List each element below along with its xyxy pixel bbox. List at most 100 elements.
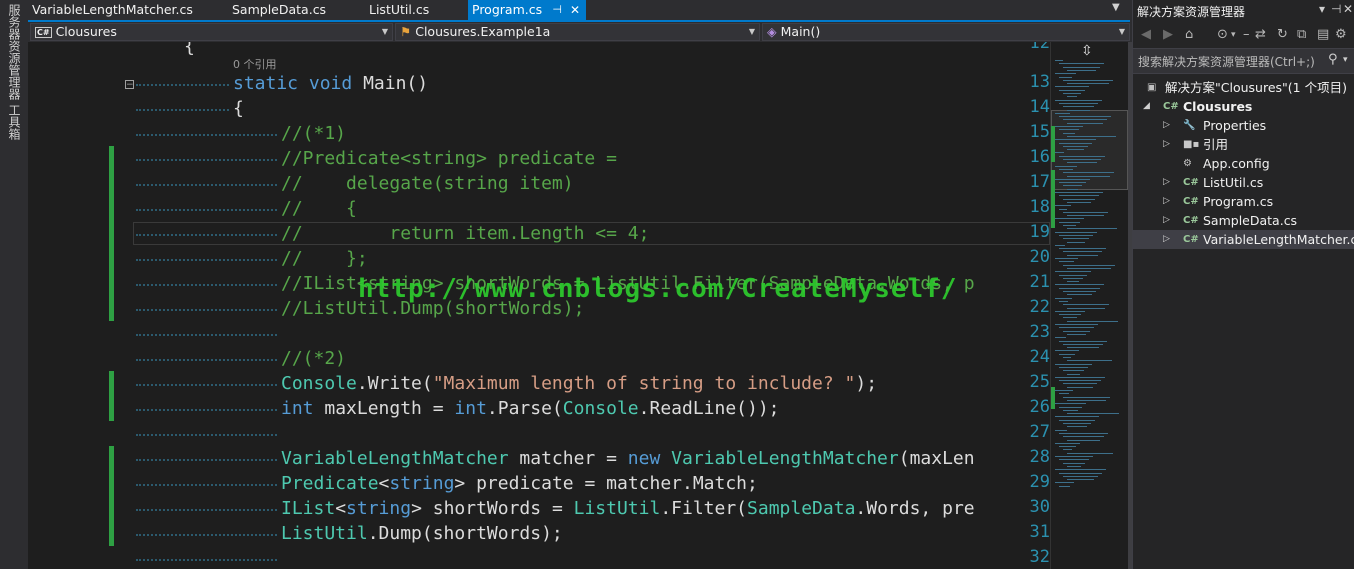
tree-item-label: App.config: [1203, 156, 1270, 171]
split-view-icon[interactable]: ⇳: [1081, 43, 1093, 59]
tree-item-project[interactable]: ◢ C# Clousures: [1133, 97, 1354, 116]
minimap-code-line: [1059, 327, 1094, 329]
tab-listutil[interactable]: ListUtil.cs: [365, 0, 469, 20]
code-line[interactable]: static void Main(): [233, 71, 428, 96]
code-line[interactable]: Console.Write("Maximum length of string …: [281, 371, 877, 396]
project-dropdown[interactable]: C# Clousures ▼: [30, 23, 393, 41]
code-editor[interactable]: 12 { 0 个引用 − 13 static void Main() 14 {15 //…: [28, 42, 1050, 569]
minimap-code-line: [1059, 155, 1105, 157]
tab-variablelengthmatcher[interactable]: VariableLengthMatcher.cs: [28, 0, 222, 20]
minimap[interactable]: ⇳: [1050, 42, 1129, 569]
indent-guide: [136, 534, 277, 536]
minimap-code-line: [1055, 350, 1079, 352]
minimap-code-line: [1059, 287, 1100, 289]
change-marker: [109, 196, 114, 221]
collapse-all-icon[interactable]: ⧉: [1297, 27, 1306, 42]
chevron-down-icon[interactable]: ▾: [1231, 30, 1236, 40]
close-icon[interactable]: ✕: [1343, 2, 1353, 16]
minimap-code-line: [1055, 271, 1091, 273]
solution-search-box[interactable]: 搜索解决方案资源管理器(Ctrl+;) ⚲ ▾: [1133, 49, 1354, 74]
minimap-code-line: [1059, 340, 1107, 342]
server-explorer-tab[interactable]: 服务器资源管理器: [6, 4, 23, 100]
expand-arrow-icon[interactable]: ▷: [1163, 135, 1170, 154]
code-line[interactable]: ListUtil.Dump(shortWords);: [281, 521, 563, 546]
tab-sampledata[interactable]: SampleData.cs: [228, 0, 352, 20]
code-line[interactable]: int maxLength = int.Parse(Console.ReadLi…: [281, 396, 780, 421]
change-marker: [109, 296, 114, 321]
member-dropdown[interactable]: ◈ Main() ▼: [762, 23, 1130, 41]
minimap-code-line: [1059, 63, 1104, 65]
minimap-code-line: [1059, 261, 1074, 263]
chevron-down-icon[interactable]: ▾: [1343, 55, 1348, 65]
properties-icon[interactable]: ⚙: [1335, 27, 1347, 42]
pending-changes-icon[interactable]: ⊙: [1217, 27, 1228, 42]
dropdown-icon[interactable]: ▾: [1319, 2, 1325, 16]
tree-item[interactable]: ▷ ■▪ 引用: [1133, 135, 1354, 154]
minimap-code-line: [1055, 73, 1076, 75]
sync-icon[interactable]: ⇄: [1255, 27, 1266, 42]
home-icon[interactable]: ⌂: [1185, 27, 1193, 42]
code-line[interactable]: // {: [281, 196, 357, 221]
expand-arrow-icon[interactable]: ▷: [1163, 230, 1170, 249]
show-all-files-icon[interactable]: ▤: [1317, 27, 1329, 42]
tree-item-label: 解决方案"Clousures"(1 个项目): [1165, 80, 1347, 95]
refresh-icon[interactable]: ↻: [1277, 27, 1288, 42]
back-icon[interactable]: ◀: [1141, 27, 1151, 42]
expand-arrow-icon[interactable]: ▷: [1163, 211, 1170, 230]
pin-icon[interactable]: ⊣: [552, 0, 562, 20]
code-line[interactable]: // return item.Length <= 4;: [281, 221, 649, 246]
indent-guide: [136, 384, 277, 386]
document-tab-bar: VariableLengthMatcher.cs SampleData.cs L…: [28, 0, 1130, 20]
minimap-code-line: [1063, 225, 1076, 226]
expand-arrow-icon[interactable]: ▷: [1163, 116, 1170, 135]
code-line[interactable]: Predicate<string> predicate = matcher.Ma…: [281, 471, 758, 496]
tree-item[interactable]: ▷ C# Program.cs: [1133, 192, 1354, 211]
minimap-code-line: [1063, 317, 1077, 319]
minimap-code-line: [1059, 459, 1089, 461]
tree-item[interactable]: ▷ C# SampleData.cs: [1133, 211, 1354, 230]
line-number: 21: [1029, 272, 1050, 292]
pin-icon[interactable]: ⊣: [1331, 2, 1341, 16]
wrench-icon: 🔧: [1183, 120, 1196, 131]
line-number: 26: [1029, 397, 1050, 417]
tree-item-solution[interactable]: ▣ 解决方案"Clousures"(1 个项目): [1133, 78, 1354, 97]
tab-dropdown-icon[interactable]: ▼: [1112, 2, 1120, 13]
code-line[interactable]: //(*2): [281, 346, 346, 371]
code-line[interactable]: //Predicate<string> predicate =: [281, 146, 617, 171]
forward-icon[interactable]: ▶: [1163, 27, 1173, 42]
minimap-code-line: [1055, 205, 1071, 207]
close-icon[interactable]: ✕: [570, 0, 580, 20]
search-input[interactable]: 搜索解决方案资源管理器(Ctrl+;): [1138, 53, 1315, 70]
code-line[interactable]: // delegate(string item): [281, 171, 574, 196]
tree-item[interactable]: ▷ C# ListUtil.cs: [1133, 173, 1354, 192]
class-dropdown[interactable]: ⚑ Clousures.Example1a ▼: [395, 23, 760, 41]
code-token: );: [855, 373, 878, 394]
code-line[interactable]: {: [233, 96, 244, 121]
search-icon[interactable]: ⚲: [1328, 52, 1338, 67]
expanded-arrow-icon[interactable]: ◢: [1143, 97, 1150, 116]
code-line[interactable]: //(*1): [281, 121, 346, 146]
change-marker: [109, 496, 114, 521]
minimap-code-line: [1063, 79, 1113, 81]
code-line[interactable]: IList<string> shortWords = ListUtil.Filt…: [281, 496, 975, 521]
code-line[interactable]: // };: [281, 246, 368, 271]
expand-arrow-icon[interactable]: ▷: [1163, 173, 1170, 192]
collapse-icon[interactable]: −: [125, 80, 134, 90]
minimap-code-line: [1063, 475, 1098, 477]
tree-item[interactable]: ⚙ App.config: [1133, 154, 1354, 173]
minimap-code-line: [1055, 112, 1070, 114]
expand-arrow-icon[interactable]: ▷: [1163, 192, 1170, 211]
tree-item[interactable]: ▷ 🔧 Properties: [1133, 116, 1354, 135]
code-line[interactable]: VariableLengthMatcher matcher = new Vari…: [281, 446, 975, 471]
tree-item[interactable]: ▷ C# VariableLengthMatcher.cs: [1133, 230, 1354, 249]
change-marker: [109, 371, 114, 396]
minimap-code-line: [1055, 363, 1092, 365]
code-token: VariableLengthMatcher: [671, 448, 899, 469]
code-token: maxLength =: [313, 398, 455, 419]
minimap-code-line: [1067, 294, 1092, 296]
toolbox-tab[interactable]: 工具箱: [6, 104, 23, 140]
tab-program[interactable]: Program.cs ⊣ ✕: [468, 0, 586, 20]
codelens-reference-hint[interactable]: 0 个引用: [233, 56, 277, 72]
minimap-code-line: [1067, 83, 1109, 85]
